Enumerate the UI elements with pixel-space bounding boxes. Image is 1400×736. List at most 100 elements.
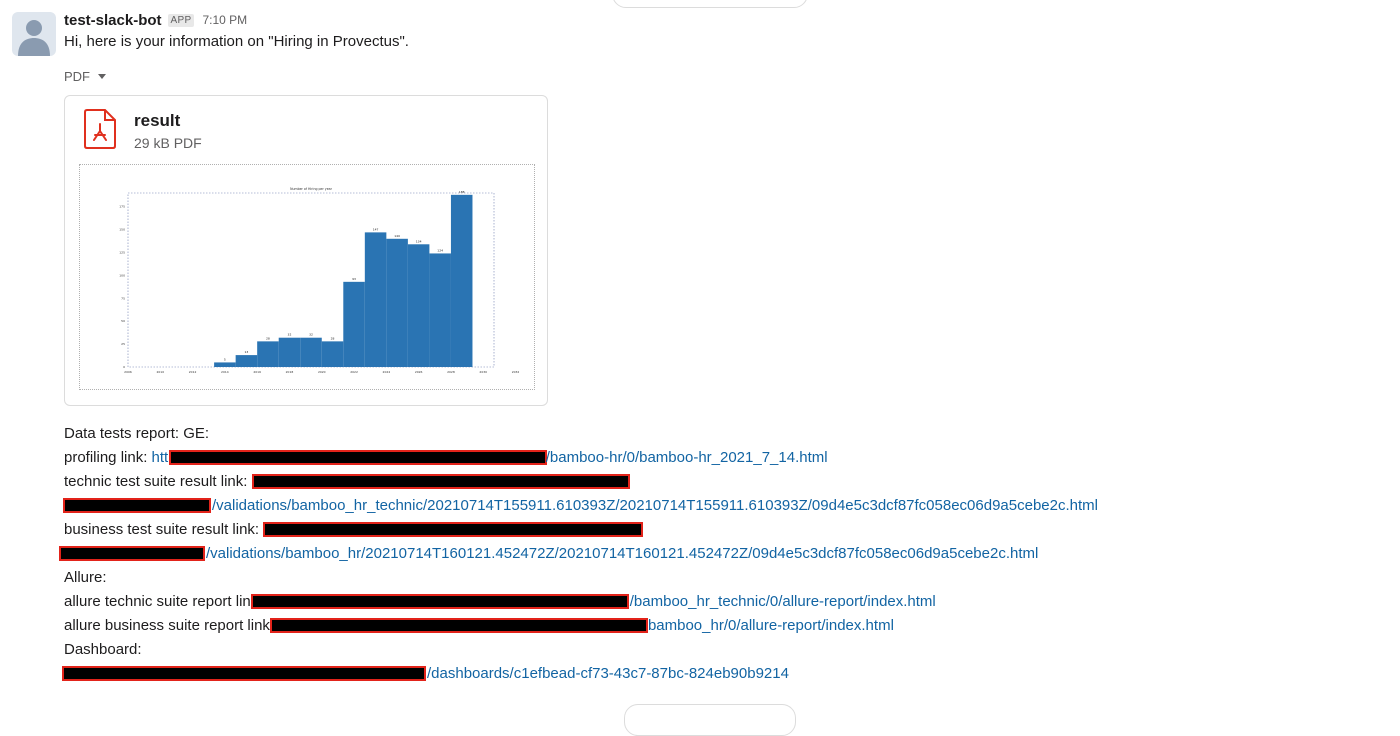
profiling-line: profiling link: http:/bamboo-hr/0/bamboo… bbox=[64, 446, 1384, 470]
redaction-box bbox=[63, 498, 211, 513]
technic-line: technic test suite result link: bbox=[64, 470, 1384, 494]
y-tick-label: 25 bbox=[121, 342, 125, 346]
x-tick-label: 2014 bbox=[221, 370, 229, 374]
y-tick-label: 75 bbox=[121, 296, 125, 300]
chart-bar bbox=[321, 341, 344, 367]
data-tests-heading: Data tests report: GE: bbox=[64, 425, 210, 442]
allure-technic-link-suffix: /bamboo_hr_technic/0/allure-report/index… bbox=[629, 593, 936, 610]
chart-title: Number of Hiring per year bbox=[290, 187, 333, 191]
x-tick-label: 2030 bbox=[479, 370, 487, 374]
bar-value-label: 28 bbox=[331, 336, 335, 340]
message-header: test-slack-bot APP 7:10 PM bbox=[64, 9, 247, 31]
message-timestamp[interactable]: 7:10 PM bbox=[202, 13, 247, 27]
file-attachment-card[interactable]: result 29 kB PDF Number of Hiring per ye… bbox=[64, 95, 548, 406]
date-divider-pill-top[interactable] bbox=[612, 0, 808, 8]
bar-value-label: 28 bbox=[266, 336, 270, 340]
profiling-link-suffix: /bamboo-hr/0/bamboo-hr_2021_7_14.html bbox=[545, 449, 828, 466]
technic-link-suffix: /validations/bamboo_hr_technic/20210714T… bbox=[212, 497, 1098, 514]
app-badge: APP bbox=[167, 13, 195, 27]
chart-bar bbox=[386, 238, 408, 367]
chart-bar bbox=[235, 355, 258, 367]
file-type-label: PDF bbox=[64, 69, 90, 84]
chart-bar bbox=[214, 362, 236, 367]
chart-bar bbox=[343, 281, 365, 367]
x-tick-label: 2032 bbox=[512, 370, 520, 374]
chart-bar bbox=[429, 253, 451, 367]
business-link-suffix: /validations/bamboo_hr/20210714T160121.4… bbox=[206, 545, 1039, 562]
business-link-line: /validations/bamboo_hr/20210714T160121.4… bbox=[59, 542, 1384, 566]
dashboard-heading: Dashboard: bbox=[64, 641, 142, 658]
redaction-box bbox=[263, 522, 644, 537]
file-name[interactable]: result bbox=[134, 111, 180, 131]
chart-bar bbox=[257, 341, 279, 367]
technic-link-line: /validations/bamboo_hr_technic/20210714T… bbox=[63, 494, 1384, 518]
dashboard-link-suffix: /dashboards/c1efbead-cf73-43c7-87bc-824e… bbox=[427, 665, 789, 682]
pdf-file-icon bbox=[84, 109, 116, 149]
bar-value-label: 134 bbox=[416, 239, 422, 243]
x-tick-label: 2026 bbox=[415, 370, 423, 374]
message-intro: Hi, here is your information on "Hiring … bbox=[64, 33, 409, 50]
dashboard-link[interactable]: /dashboards/c1efbead-cf73-43c7-87bc-824e… bbox=[62, 665, 789, 682]
sender-name[interactable]: test-slack-bot bbox=[64, 12, 162, 29]
bar-value-label: 5 bbox=[224, 357, 226, 361]
chart-bar bbox=[300, 337, 322, 367]
y-tick-label: 150 bbox=[119, 228, 125, 232]
business-line: business test suite result link: bbox=[64, 518, 1384, 542]
hiring-bar-chart: Number of Hiring per year 5 13 28 32 32 28 93 14… bbox=[119, 187, 520, 374]
x-tick-label: 2020 bbox=[318, 370, 326, 374]
redaction-box bbox=[62, 666, 426, 681]
chart-bar bbox=[450, 194, 473, 367]
y-tick-label: 100 bbox=[119, 273, 125, 277]
caret-down-icon bbox=[98, 74, 106, 79]
bar-value-label: 140 bbox=[394, 234, 400, 238]
technic-label: technic test suite result link: bbox=[64, 473, 248, 490]
x-tick-label: 2022 bbox=[350, 370, 358, 374]
redaction-box bbox=[168, 450, 547, 465]
chart-bar bbox=[364, 232, 387, 367]
redaction-box bbox=[251, 474, 630, 489]
x-tick-label: 2006 bbox=[124, 370, 132, 374]
file-meta: 29 kB PDF bbox=[134, 135, 202, 151]
technic-result-link[interactable]: /validations/bamboo_hr_technic/20210714T… bbox=[63, 497, 1098, 514]
report-message: Data tests report: GE: profiling link: h… bbox=[59, 422, 1384, 686]
redaction-box bbox=[269, 618, 648, 633]
bar-value-label: 32 bbox=[309, 333, 313, 337]
bar-value-label: 32 bbox=[288, 333, 292, 337]
x-tick-label: 2018 bbox=[286, 370, 294, 374]
business-result-link[interactable]: /validations/bamboo_hr/20210714T160121.4… bbox=[59, 545, 1039, 562]
profiling-link[interactable]: http:/bamboo-hr/0/bamboo-hr_2021_7_14.ht… bbox=[152, 449, 828, 466]
bar-value-label: 147 bbox=[373, 227, 379, 231]
date-divider-pill-bottom[interactable] bbox=[624, 704, 796, 736]
redaction-box bbox=[250, 594, 629, 609]
file-type-toggle[interactable]: PDF bbox=[64, 69, 106, 84]
y-tick-label: 50 bbox=[121, 319, 125, 323]
business-label: business test suite result link: bbox=[64, 521, 260, 538]
user-avatar-icon[interactable] bbox=[12, 12, 56, 56]
file-preview[interactable]: Number of Hiring per year 5 13 28 32 32 28 93 14… bbox=[79, 164, 535, 390]
allure-technic-line: allure technic suite report lin/bamboo_h… bbox=[64, 590, 1384, 614]
x-tick-label: 2028 bbox=[447, 370, 455, 374]
y-tick-label: 0 bbox=[123, 365, 125, 369]
chart-bar bbox=[278, 337, 301, 367]
x-tick-label: 2010 bbox=[156, 370, 164, 374]
allure-heading: Allure: bbox=[64, 569, 107, 586]
allure-business-line: allure business suite report link bamboo_… bbox=[64, 614, 1384, 638]
redaction-box bbox=[59, 546, 205, 561]
chart-bar bbox=[407, 244, 430, 367]
allure-business-label: allure business suite report link bbox=[64, 617, 270, 634]
x-tick-label: 2012 bbox=[189, 370, 197, 374]
allure-business-link-suffix: bamboo_hr/0/allure-report/index.html bbox=[647, 617, 894, 634]
allure-technic-label: allure technic suite report lin bbox=[64, 593, 251, 610]
x-tick-label: 2016 bbox=[253, 370, 261, 374]
bar-value-label: 188 bbox=[459, 190, 465, 194]
allure-business-link[interactable]: bamboo_hr/0/allure-report/index.html bbox=[269, 617, 894, 634]
dashboard-line: /dashboards/c1efbead-cf73-43c7-87bc-824e… bbox=[62, 662, 1384, 686]
bar-value-label: 13 bbox=[244, 350, 248, 354]
profiling-label: profiling link: bbox=[64, 449, 148, 466]
bar-value-label: 124 bbox=[437, 248, 443, 252]
y-tick-label: 125 bbox=[119, 251, 125, 255]
x-tick-label: 2024 bbox=[383, 370, 391, 374]
allure-technic-link[interactable]: /bamboo_hr_technic/0/allure-report/index… bbox=[250, 593, 936, 610]
bar-value-label: 93 bbox=[352, 277, 356, 281]
y-tick-label: 175 bbox=[119, 205, 125, 209]
